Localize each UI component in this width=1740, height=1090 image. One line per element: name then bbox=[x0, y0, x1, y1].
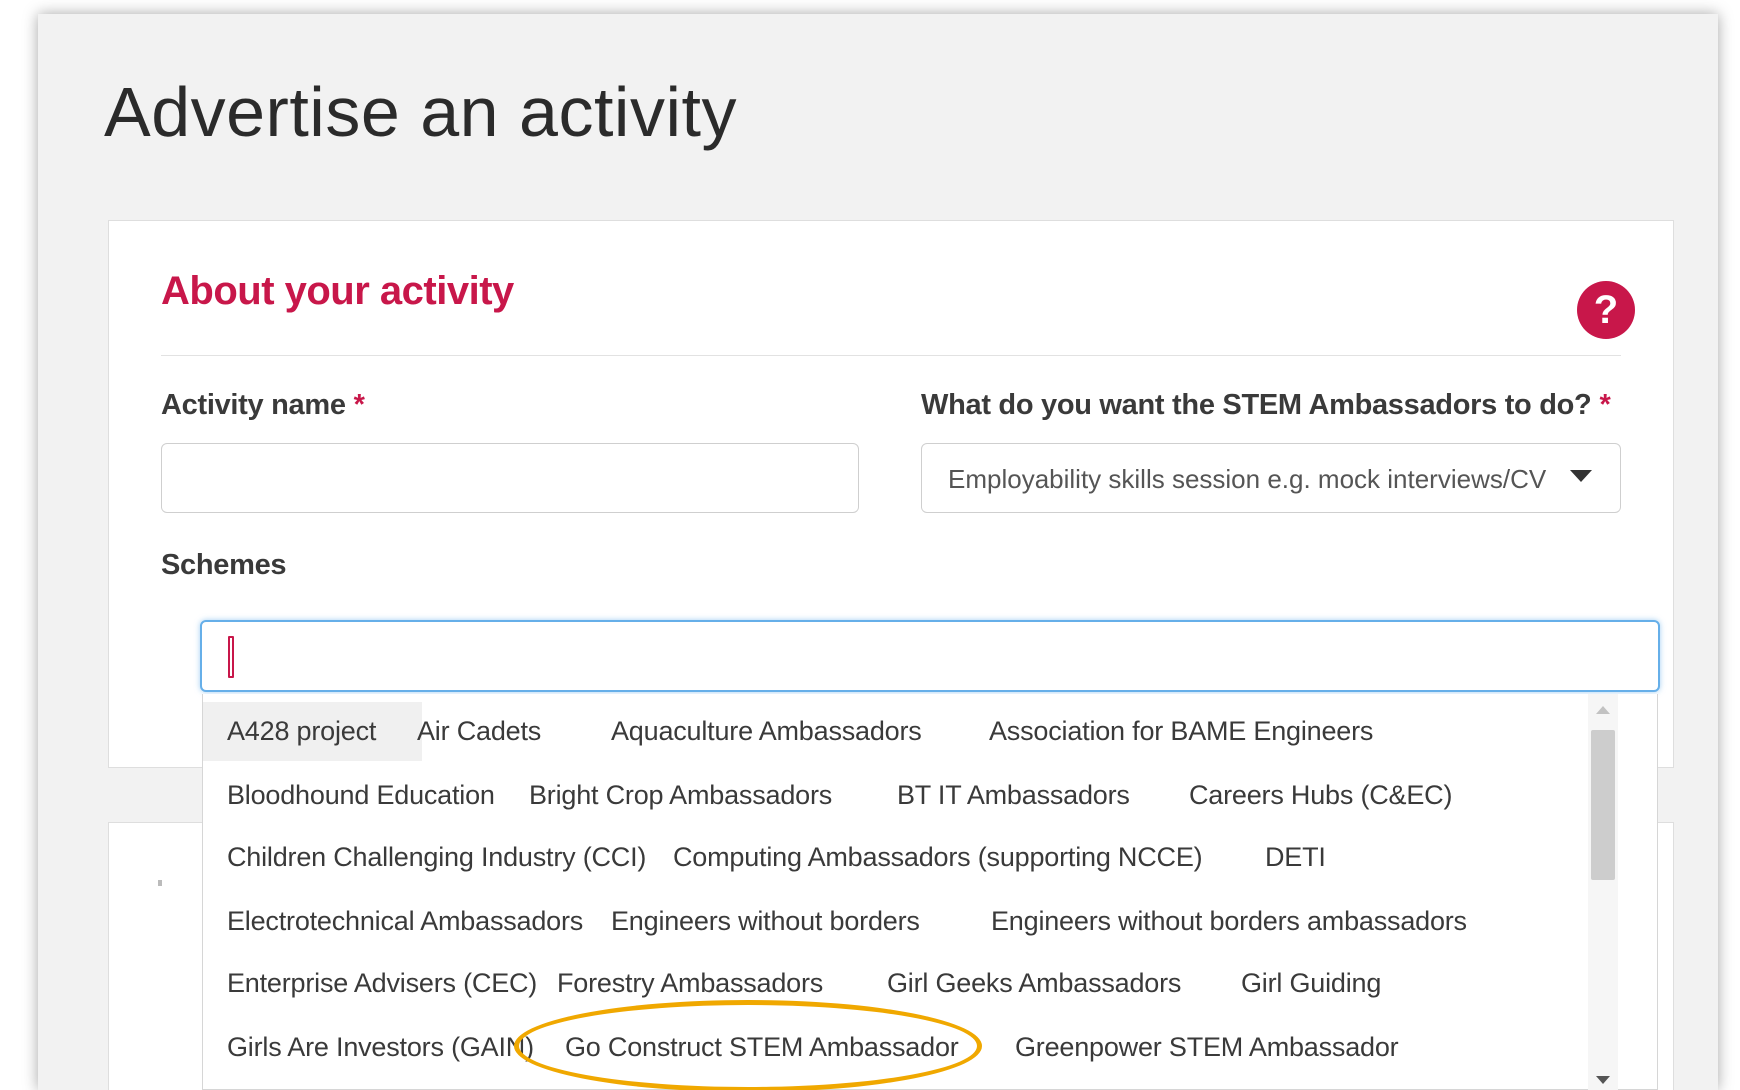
scheme-option[interactable]: Engineers without borders ambassadors bbox=[991, 906, 1467, 937]
scroll-down-icon[interactable] bbox=[1596, 1076, 1610, 1084]
page-title: Advertise an activity bbox=[104, 73, 737, 151]
ambassador-task-label: What do you want the STEM Ambassadors to… bbox=[921, 389, 1611, 422]
scroll-thumb[interactable] bbox=[1591, 730, 1615, 880]
scheme-option[interactable]: Bright Crop Ambassadors bbox=[529, 780, 832, 811]
chevron-down-icon[interactable] bbox=[1570, 470, 1592, 482]
scheme-option[interactable]: Girl Guiding bbox=[1241, 968, 1381, 999]
scheme-option[interactable]: Careers Hubs (C&EC) bbox=[1189, 780, 1452, 811]
scheme-option[interactable]: Aquaculture Ambassadors bbox=[611, 716, 922, 747]
scheme-option[interactable]: Children Challenging Industry (CCI) bbox=[227, 842, 646, 873]
help-icon[interactable]: ? bbox=[1577, 281, 1635, 339]
schemes-label: Schemes bbox=[161, 549, 287, 581]
scheme-option[interactable]: Enterprise Advisers (CEC) bbox=[227, 968, 537, 999]
scheme-option[interactable]: Engineers without borders bbox=[611, 906, 920, 937]
scheme-option[interactable]: Air Cadets bbox=[417, 716, 541, 747]
scheme-option[interactable]: A428 project bbox=[203, 702, 423, 761]
required-marker: * bbox=[1599, 389, 1611, 421]
section-title: About your activity bbox=[161, 269, 514, 313]
scheme-option[interactable]: BT IT Ambassadors bbox=[897, 780, 1130, 811]
ambassador-task-label-text: What do you want the STEM Ambassadors to… bbox=[921, 389, 1592, 421]
dropdown-scrollbar[interactable] bbox=[1588, 694, 1618, 1090]
activity-name-input[interactable] bbox=[161, 443, 859, 513]
ambassador-task-selected: Employability skills session e.g. mock i… bbox=[948, 464, 1548, 494]
scheme-option[interactable]: Electrotechnical Ambassadors bbox=[227, 906, 583, 937]
decorative-tick bbox=[158, 880, 162, 886]
annotation-circle bbox=[514, 1000, 982, 1090]
scheme-option[interactable]: Forestry Ambassadors bbox=[557, 968, 823, 999]
scheme-option[interactable]: Association for BAME Engineers bbox=[989, 716, 1373, 747]
section-divider bbox=[161, 355, 1621, 356]
scroll-up-icon[interactable] bbox=[1596, 706, 1610, 714]
scheme-option[interactable]: Greenpower STEM Ambassador bbox=[1015, 1032, 1399, 1063]
required-marker: * bbox=[353, 389, 365, 421]
scheme-option[interactable]: Girls Are Investors (GAIN) bbox=[227, 1032, 534, 1063]
activity-name-label: Activity name * bbox=[161, 389, 365, 422]
scheme-option[interactable]: Computing Ambassadors (supporting NCCE) bbox=[673, 842, 1203, 873]
scheme-option[interactable]: DETI bbox=[1265, 842, 1326, 873]
schemes-input[interactable] bbox=[200, 620, 1660, 692]
text-cursor bbox=[228, 636, 234, 678]
scheme-option[interactable]: Bloodhound Education bbox=[227, 780, 495, 811]
ambassador-task-select[interactable]: Employability skills session e.g. mock i… bbox=[921, 443, 1621, 513]
scheme-option[interactable]: Girl Geeks Ambassadors bbox=[887, 968, 1181, 999]
activity-name-label-text: Activity name bbox=[161, 389, 346, 421]
